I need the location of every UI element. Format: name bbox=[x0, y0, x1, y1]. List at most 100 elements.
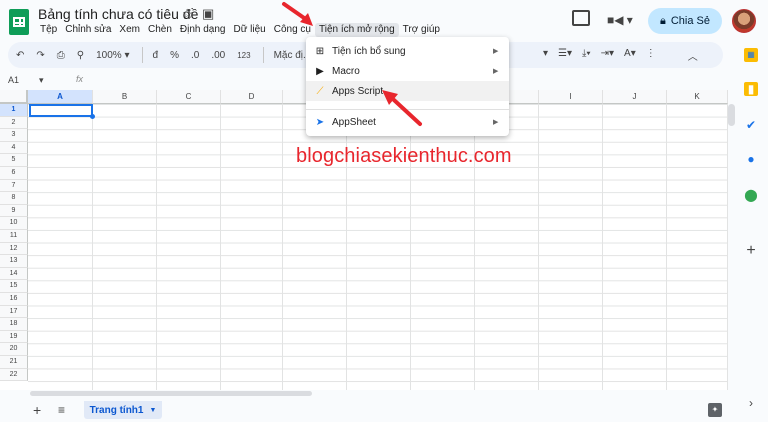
text-color-icon[interactable]: A▾ bbox=[624, 48, 636, 63]
row-header-6[interactable]: 6 bbox=[0, 167, 28, 180]
video-icon[interactable]: ■◀ ▾ bbox=[607, 13, 633, 27]
menu-view[interactable]: Xem bbox=[115, 23, 144, 37]
menu-edit[interactable]: Chỉnh sửa bbox=[61, 23, 115, 37]
menu-extensions[interactable]: Tiện ích mở rộng bbox=[314, 23, 399, 37]
row-header-10[interactable]: 10 bbox=[0, 217, 28, 230]
menu-insert[interactable]: Chèn bbox=[144, 23, 176, 37]
column-header-i[interactable]: I bbox=[539, 90, 603, 104]
title-bar: Bảng tính chưa có tiêu đề ☆ ▣ Tệp Chỉnh … bbox=[0, 0, 768, 40]
row-header-3[interactable]: 3 bbox=[0, 129, 28, 142]
more-options-icon[interactable]: ⋮ bbox=[646, 48, 656, 63]
add-addon-icon[interactable]: + bbox=[744, 243, 758, 259]
name-box[interactable]: A1 ▾ bbox=[8, 75, 44, 86]
fx-icon: fx bbox=[76, 74, 84, 84]
menu-data[interactable]: Dữ liệu bbox=[229, 23, 269, 37]
row-header-17[interactable]: 17 bbox=[0, 305, 28, 319]
column-gridline bbox=[538, 104, 539, 390]
menu-divider bbox=[306, 109, 509, 110]
tasks-icon[interactable]: ✔ bbox=[744, 118, 758, 132]
menu-bar: Tệp Chỉnh sửa Xem Chèn Định dạng Dữ liệu… bbox=[36, 23, 444, 37]
column-header-b[interactable]: B bbox=[93, 90, 157, 104]
share-button[interactable]: 🔒︎ Chia Sẻ bbox=[648, 8, 722, 34]
vertical-scrollbar[interactable] bbox=[728, 104, 735, 126]
row-header-2[interactable]: 2 bbox=[0, 116, 28, 130]
row-header-18[interactable]: 18 bbox=[0, 318, 28, 331]
sheet-bar: + ≡ Trang tính1 ▼ ✦ bbox=[0, 399, 730, 422]
paint-format-icon[interactable]: ⚲ bbox=[77, 50, 84, 61]
row-header-22[interactable]: 22 bbox=[0, 368, 28, 382]
sheets-logo-icon[interactable] bbox=[9, 9, 29, 35]
avatar[interactable] bbox=[732, 9, 756, 33]
apps-script-icon: ⟋ bbox=[316, 85, 324, 97]
folder-icon[interactable]: ▣ bbox=[202, 6, 214, 22]
row-header-20[interactable]: 20 bbox=[0, 343, 28, 356]
menu-item-macro[interactable]: ▶ Macro ▶ bbox=[306, 61, 509, 81]
undo-icon[interactable]: ↶ bbox=[16, 50, 24, 61]
row-header-12[interactable]: 12 bbox=[0, 242, 28, 256]
column-header-k[interactable]: K bbox=[667, 90, 728, 104]
row-header-14[interactable]: 14 bbox=[0, 267, 28, 281]
decrease-decimal-button[interactable]: .0 bbox=[191, 50, 199, 61]
row-header-19[interactable]: 19 bbox=[0, 330, 28, 344]
column-header-c[interactable]: C bbox=[157, 90, 221, 104]
menu-item-apps-script[interactable]: ⟋ Apps Script bbox=[306, 81, 509, 101]
sheet-tab-active[interactable]: Trang tính1 ▼ bbox=[84, 401, 162, 419]
number-format-button[interactable]: 123 bbox=[237, 51, 250, 60]
side-panel: ▦ ▮ ✔ ● ⬤ + › bbox=[736, 40, 768, 422]
redo-icon[interactable]: ↷ bbox=[36, 50, 44, 61]
column-gridline bbox=[727, 104, 728, 390]
align-left-icon[interactable]: ☰▾ bbox=[558, 48, 572, 63]
star-icon[interactable]: ☆ bbox=[182, 6, 194, 22]
text-wrap-icon[interactable]: ⇥▾ bbox=[601, 48, 614, 63]
chevron-right-icon: ▶ bbox=[493, 68, 499, 75]
row-header-21[interactable]: 21 bbox=[0, 356, 28, 369]
calendar-icon[interactable]: ▦ bbox=[744, 48, 758, 62]
menu-format[interactable]: Định dạng bbox=[176, 23, 230, 37]
row-header-5[interactable]: 5 bbox=[0, 154, 28, 167]
row-header-7[interactable]: 7 bbox=[0, 179, 28, 193]
add-sheet-button[interactable]: + bbox=[33, 402, 41, 418]
menu-help[interactable]: Trợ giúp bbox=[399, 23, 444, 37]
explore-icon[interactable]: ✦ bbox=[708, 403, 722, 417]
keep-icon[interactable]: ▮ bbox=[744, 82, 758, 96]
all-sheets-button[interactable]: ≡ bbox=[58, 403, 65, 417]
row-header-4[interactable]: 4 bbox=[0, 141, 28, 155]
row-header-11[interactable]: 11 bbox=[0, 230, 28, 243]
row-header-15[interactable]: 15 bbox=[0, 280, 28, 293]
row-header-8[interactable]: 8 bbox=[0, 192, 28, 205]
percent-button[interactable]: % bbox=[170, 50, 179, 61]
row-header-9[interactable]: 9 bbox=[0, 204, 28, 218]
menu-tools[interactable]: Công cụ bbox=[270, 23, 315, 37]
chevron-right-icon[interactable]: › bbox=[744, 396, 758, 410]
select-all-corner[interactable] bbox=[0, 90, 28, 104]
currency-button[interactable]: đ bbox=[153, 50, 159, 61]
row-header-1[interactable]: 1 bbox=[0, 104, 28, 117]
menu-item-label: Macro bbox=[332, 65, 360, 77]
zoom-select[interactable]: 100% ▾ bbox=[96, 50, 129, 61]
row-header-16[interactable]: 16 bbox=[0, 293, 28, 306]
print-icon[interactable]: ⎙ bbox=[57, 50, 65, 61]
row-header-13[interactable]: 13 bbox=[0, 255, 28, 268]
valign-bottom-icon[interactable]: ⤓▾ bbox=[582, 48, 591, 63]
chevron-down-icon[interactable]: ▾ bbox=[543, 48, 548, 63]
column-header-j[interactable]: J bbox=[603, 90, 667, 104]
horizontal-scrollbar[interactable] bbox=[30, 391, 312, 396]
appsheet-icon: ➤ bbox=[315, 116, 325, 128]
increase-decimal-button[interactable]: .00 bbox=[211, 50, 225, 61]
collapse-toolbar-icon[interactable]: ︿ bbox=[688, 48, 698, 63]
column-header-d[interactable]: D bbox=[221, 90, 283, 104]
contacts-icon[interactable]: ● bbox=[744, 152, 758, 166]
menu-item-appsheet[interactable]: ➤ AppSheet ▶ bbox=[306, 112, 509, 132]
document-title[interactable]: Bảng tính chưa có tiêu đề bbox=[38, 6, 198, 22]
maps-icon[interactable]: ⬤ bbox=[744, 188, 758, 202]
comment-icon[interactable] bbox=[572, 10, 590, 26]
menu-item-label: Apps Script bbox=[332, 85, 384, 97]
selected-cell-a1[interactable] bbox=[29, 104, 95, 119]
column-gridline bbox=[666, 104, 667, 390]
column-gridline bbox=[602, 104, 603, 390]
chevron-down-icon[interactable]: ▼ bbox=[149, 407, 156, 414]
menu-item-addons[interactable]: ⊞ Tiện ích bổ sung ▶ bbox=[306, 41, 509, 61]
menu-file[interactable]: Tệp bbox=[36, 23, 61, 37]
macro-icon: ▶ bbox=[316, 65, 324, 77]
column-header-a[interactable]: A bbox=[28, 90, 93, 104]
